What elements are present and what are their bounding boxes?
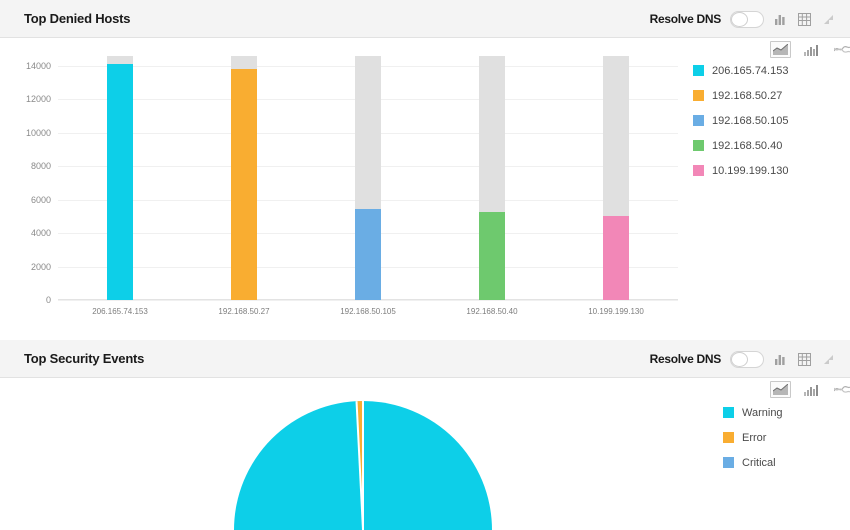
y-axis-tick-label: 14000 (25, 61, 51, 72)
line-chart-icon[interactable] (832, 382, 850, 397)
legend-label: 192.168.50.105 (712, 114, 789, 127)
line-chart-icon[interactable] (832, 42, 850, 57)
toggle-knob (731, 351, 748, 367)
bar-group[interactable]: 206.165.74.153 (58, 56, 182, 316)
legend-label: Error (742, 431, 767, 444)
y-axis-tick-label: 12000 (25, 94, 51, 105)
legend-swatch (693, 140, 704, 151)
pie-slice-divider (362, 401, 364, 530)
expand-icon[interactable] (821, 351, 836, 367)
x-axis-tick-label: 192.168.50.40 (466, 307, 518, 316)
page-title: Top Security Events (24, 351, 145, 366)
chart-type-switcher (770, 381, 850, 398)
chart-type-switcher (770, 41, 850, 58)
x-axis-tick-label: 192.168.50.27 (218, 307, 270, 316)
legend-item[interactable]: 10.199.199.130 (693, 158, 788, 183)
y-axis-tick-label: 10000 (25, 127, 51, 138)
bar[interactable] (479, 212, 505, 300)
legend-item[interactable]: Error (723, 425, 783, 450)
resolve-dns-label: Resolve DNS (649, 352, 722, 366)
legend-swatch (723, 457, 734, 468)
legend-label: Critical (742, 456, 776, 469)
bar-chart-icon[interactable] (802, 382, 821, 397)
x-axis-tick-label: 206.165.74.153 (92, 307, 148, 316)
legend-swatch (693, 115, 704, 126)
plot-area: 0 2000 4000 6000 8000 10000 12000 14000 206.165.… (26, 56, 678, 316)
y-axis-tick-label: 6000 (30, 194, 51, 205)
chart-legend: 206.165.74.153 192.168.50.27 192.168.50.10… (693, 58, 788, 183)
legend-item[interactable]: Warning (723, 400, 783, 425)
bar[interactable] (231, 69, 257, 300)
toggle-knob (731, 11, 748, 27)
legend-label: 192.168.50.40 (712, 139, 783, 152)
legend-swatch (723, 407, 734, 418)
legend-label: 192.168.50.27 (712, 89, 783, 102)
chart-legend: Warning Error Critical (723, 400, 783, 475)
bar-chart-icon[interactable] (773, 11, 788, 27)
bar[interactable] (107, 64, 133, 300)
legend-swatch (723, 432, 734, 443)
bar-group[interactable]: 10.199.199.130 (554, 56, 678, 316)
expand-icon[interactable] (821, 11, 836, 27)
resolve-dns-label: Resolve DNS (649, 12, 722, 26)
bar[interactable] (603, 216, 629, 300)
pie-chart (0, 395, 690, 530)
x-axis-tick-label: 10.199.199.130 (588, 307, 644, 316)
bar-group[interactable]: 192.168.50.105 (306, 56, 430, 316)
legend-item[interactable]: 192.168.50.27 (693, 83, 788, 108)
legend-item[interactable]: 192.168.50.105 (693, 108, 788, 133)
header-controls: Resolve DNS (650, 0, 836, 38)
resolve-dns-toggle[interactable] (730, 10, 764, 28)
panel-header: Top Security Events Resolve DNS (0, 340, 850, 378)
legend-item[interactable]: 192.168.50.40 (693, 133, 788, 158)
table-grid-icon[interactable] (797, 11, 812, 27)
bar-group[interactable]: 192.168.50.27 (182, 56, 306, 316)
area-chart-icon[interactable] (770, 381, 791, 398)
bar-chart-icon[interactable] (773, 351, 788, 367)
bar[interactable] (355, 208, 381, 300)
bar-group[interactable]: 192.168.50.40 (430, 56, 554, 316)
page-title: Top Denied Hosts (24, 11, 131, 26)
y-axis-tick-label: 8000 (30, 161, 51, 172)
y-axis-tick-label: 2000 (30, 261, 51, 272)
resolve-dns-toggle[interactable] (730, 350, 764, 368)
panel-top-security-events: Top Security Events Resolve DNS Warning … (0, 340, 850, 530)
dashboard-page: Top Denied Hosts Resolve DNS 0 2000 4000… (0, 0, 850, 530)
y-axis-tick-label: 0 (45, 295, 51, 305)
legend-swatch (693, 65, 704, 76)
panel-header: Top Denied Hosts Resolve DNS (0, 0, 850, 38)
legend-label: 10.199.199.130 (712, 164, 789, 177)
y-axis-tick-label: 4000 (30, 228, 51, 239)
legend-label: Warning (742, 406, 783, 419)
x-axis-tick-label: 192.168.50.105 (340, 307, 396, 316)
legend-swatch (693, 90, 704, 101)
header-controls: Resolve DNS (650, 340, 836, 378)
panel-top-denied-hosts: Top Denied Hosts Resolve DNS 0 2000 4000… (0, 0, 850, 338)
bar-chart-icon[interactable] (802, 42, 821, 57)
legend-label: 206.165.74.153 (712, 64, 789, 77)
legend-item[interactable]: 206.165.74.153 (693, 58, 788, 83)
area-chart-icon[interactable] (770, 41, 791, 58)
legend-item[interactable]: Critical (723, 450, 783, 475)
gridline (58, 300, 678, 301)
table-grid-icon[interactable] (797, 351, 812, 367)
legend-swatch (693, 165, 704, 176)
